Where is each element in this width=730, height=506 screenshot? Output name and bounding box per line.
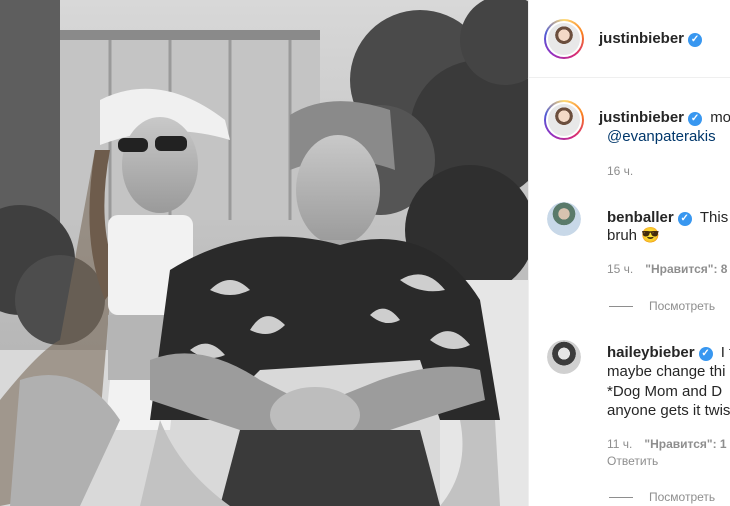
verified-icon: ✓ [677,212,692,226]
header-username[interactable]: justinbieber ✓ [599,30,703,47]
comment-text: bruh 😎 [607,227,660,244]
verified-icon: ✓ [698,347,713,361]
comment-likes[interactable]: "Нравится": 8 [645,262,727,276]
caption-avatar[interactable] [544,100,584,140]
reply-button[interactable]: Ответить [607,454,658,468]
comment-text: I t [720,344,730,361]
comment-avatar-haileybieber[interactable] [547,340,581,374]
verified-icon: ✓ [688,33,703,47]
author-avatar[interactable] [544,19,584,59]
comment-meta: 11 ч. "Нравится": 1 [607,437,727,451]
header-username-text[interactable]: justinbieber [599,30,684,47]
comment-text: This i [699,209,730,226]
post-photo[interactable] [0,0,528,506]
photo-illustration [0,0,528,506]
comment-meta: 15 ч. "Нравится": 8 [607,262,727,276]
comment-text: maybe change thi [607,363,726,380]
caption-time[interactable]: 16 ч. [607,164,633,178]
view-replies-button[interactable]: Посмотреть [609,490,715,504]
comment-avatar-benballer[interactable] [547,202,581,236]
comment-time[interactable]: 15 ч. [607,262,633,276]
comment-time[interactable]: 11 ч. [607,437,632,451]
caption-username-text[interactable]: justinbieber [599,109,684,126]
comment-username-text[interactable]: benballer [607,209,674,226]
post-side-panel: justinbieber ✓ justinbieber ✓ mo @evanpate… [528,0,730,506]
view-replies-button[interactable]: Посмотреть [609,299,715,313]
post-header: justinbieber ✓ [529,0,730,78]
caption-text: mo [710,109,730,126]
caption-mention-link[interactable]: @evanpaterakis [607,126,716,148]
comment-username-text[interactable]: haileybieber [607,344,695,361]
verified-icon: ✓ [688,112,703,126]
comment-text: anyone gets it twis [607,402,730,419]
comment-likes[interactable]: "Нравится": 1 [644,437,726,451]
